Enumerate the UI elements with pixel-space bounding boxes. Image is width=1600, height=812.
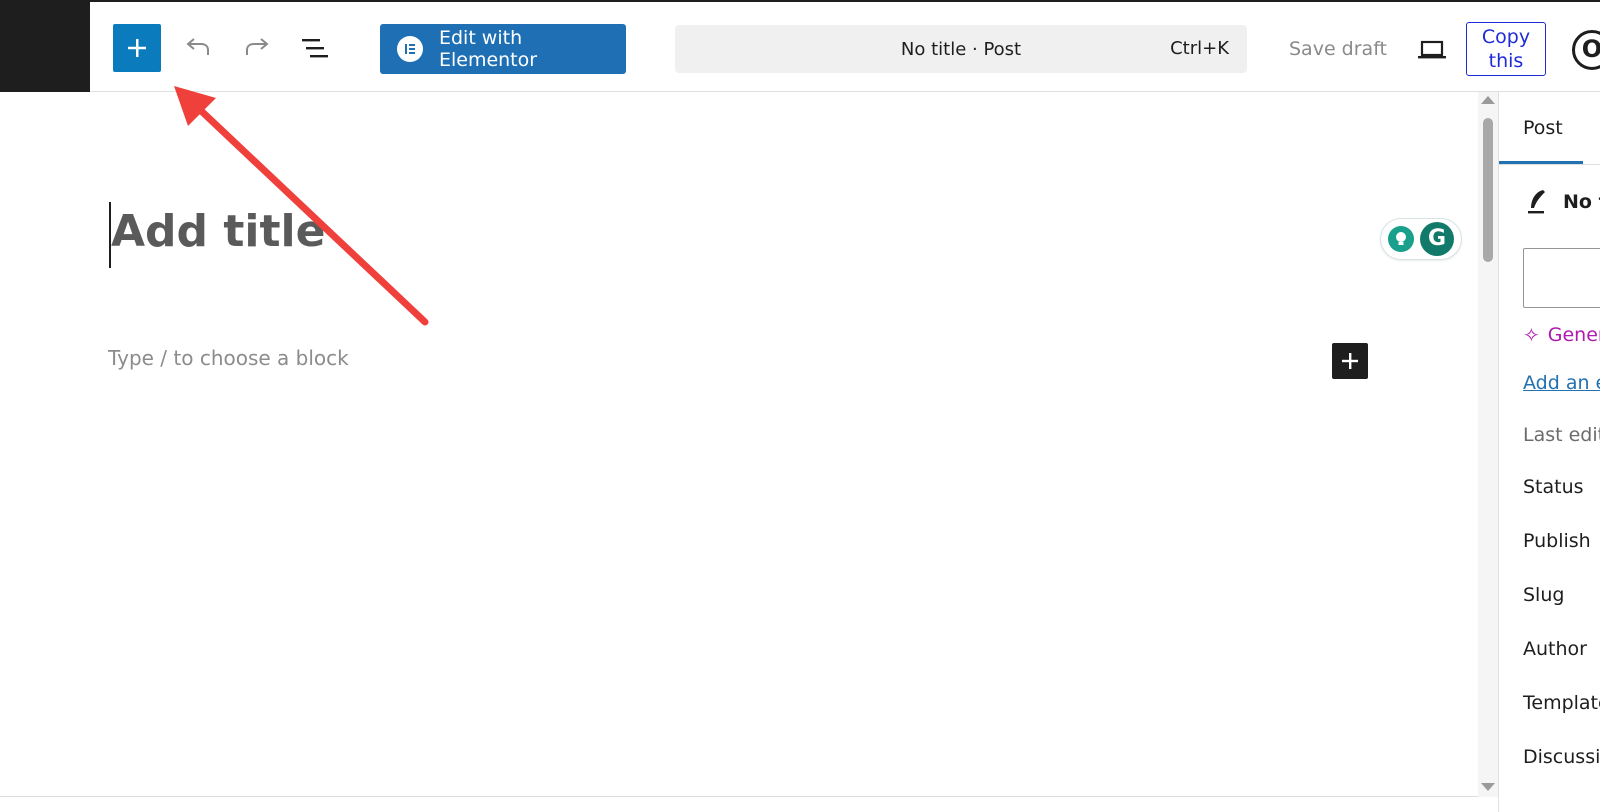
laptop-icon	[1418, 40, 1446, 59]
feather-icon	[1528, 190, 1545, 214]
block-inserter-button[interactable]	[113, 24, 161, 72]
scroll-down-arrow-icon[interactable]	[1481, 783, 1495, 791]
document-title-bar[interactable]: No title · Post Ctrl+K	[675, 25, 1247, 73]
plus-icon	[128, 39, 146, 57]
canvas-scrollbar[interactable]	[1478, 92, 1498, 797]
document-overview-button[interactable]	[296, 28, 336, 68]
save-draft-button[interactable]: Save draft	[1289, 38, 1387, 60]
sidebar-row-slug[interactable]: Slug	[1523, 584, 1564, 606]
editor-toolbar: Edit with Elementor No title · Post Ctrl…	[0, 0, 1600, 94]
preview-button[interactable]	[1412, 30, 1452, 70]
document-overview-icon	[302, 39, 328, 58]
undo-button[interactable]	[178, 28, 218, 68]
copy-this-button[interactable]: Copy this	[1466, 22, 1546, 76]
add-block-button[interactable]	[1332, 343, 1368, 379]
lightbulb-icon[interactable]	[1388, 226, 1414, 252]
undo-icon	[186, 38, 209, 55]
generate-label: Generate excerpt	[1547, 324, 1600, 346]
generate-excerpt-link[interactable]: ✧ Generate excerpt	[1523, 323, 1600, 347]
post-name: No title	[1563, 191, 1600, 213]
sparkle-icon: ✧	[1523, 323, 1540, 347]
post-title-input[interactable]: Add title	[109, 202, 325, 268]
grammarly-icon[interactable]: G	[1420, 222, 1454, 256]
command-shortcut: Ctrl+K	[1170, 38, 1229, 59]
document-title: No title · Post	[900, 38, 1022, 60]
last-edited-text: Last edited	[1523, 424, 1600, 446]
scroll-thumb[interactable]	[1483, 118, 1493, 262]
elementor-icon	[397, 36, 423, 62]
sidebar-row-discussion[interactable]: Discussion	[1523, 746, 1600, 768]
redo-button[interactable]	[237, 28, 277, 68]
elementor-label: Edit with Elementor	[438, 27, 538, 71]
redo-icon	[246, 38, 269, 55]
sidebar-row-status[interactable]: Status	[1523, 476, 1584, 498]
plus-icon	[1342, 353, 1358, 369]
settings-sidebar: Post No title ✧ Generate excerpt Add an …	[1498, 92, 1600, 812]
block-placeholder[interactable]: Type / to choose a block	[108, 346, 349, 370]
sidebar-row-template[interactable]: Template	[1523, 692, 1600, 714]
tab-post[interactable]: Post	[1499, 92, 1583, 164]
post-summary: No title	[1525, 188, 1600, 216]
excerpt-field[interactable]	[1523, 248, 1600, 308]
sidebar-row-author[interactable]: Author	[1523, 638, 1587, 660]
edit-with-elementor-button[interactable]: Edit with Elementor	[380, 24, 626, 74]
wordpress-logo-button[interactable]	[0, 2, 90, 94]
sidebar-row-publish[interactable]: Publish	[1523, 530, 1591, 552]
sidebar-divider	[1499, 164, 1600, 165]
scroll-up-arrow-icon[interactable]	[1481, 96, 1495, 104]
grammarly-widget[interactable]: G	[1380, 218, 1462, 260]
add-excerpt-link[interactable]: Add an excerpt	[1523, 372, 1600, 394]
editor-canvas: Add title G Type / to choose a block	[0, 92, 1478, 797]
plugin-settings-button[interactable]: O	[1572, 30, 1600, 70]
